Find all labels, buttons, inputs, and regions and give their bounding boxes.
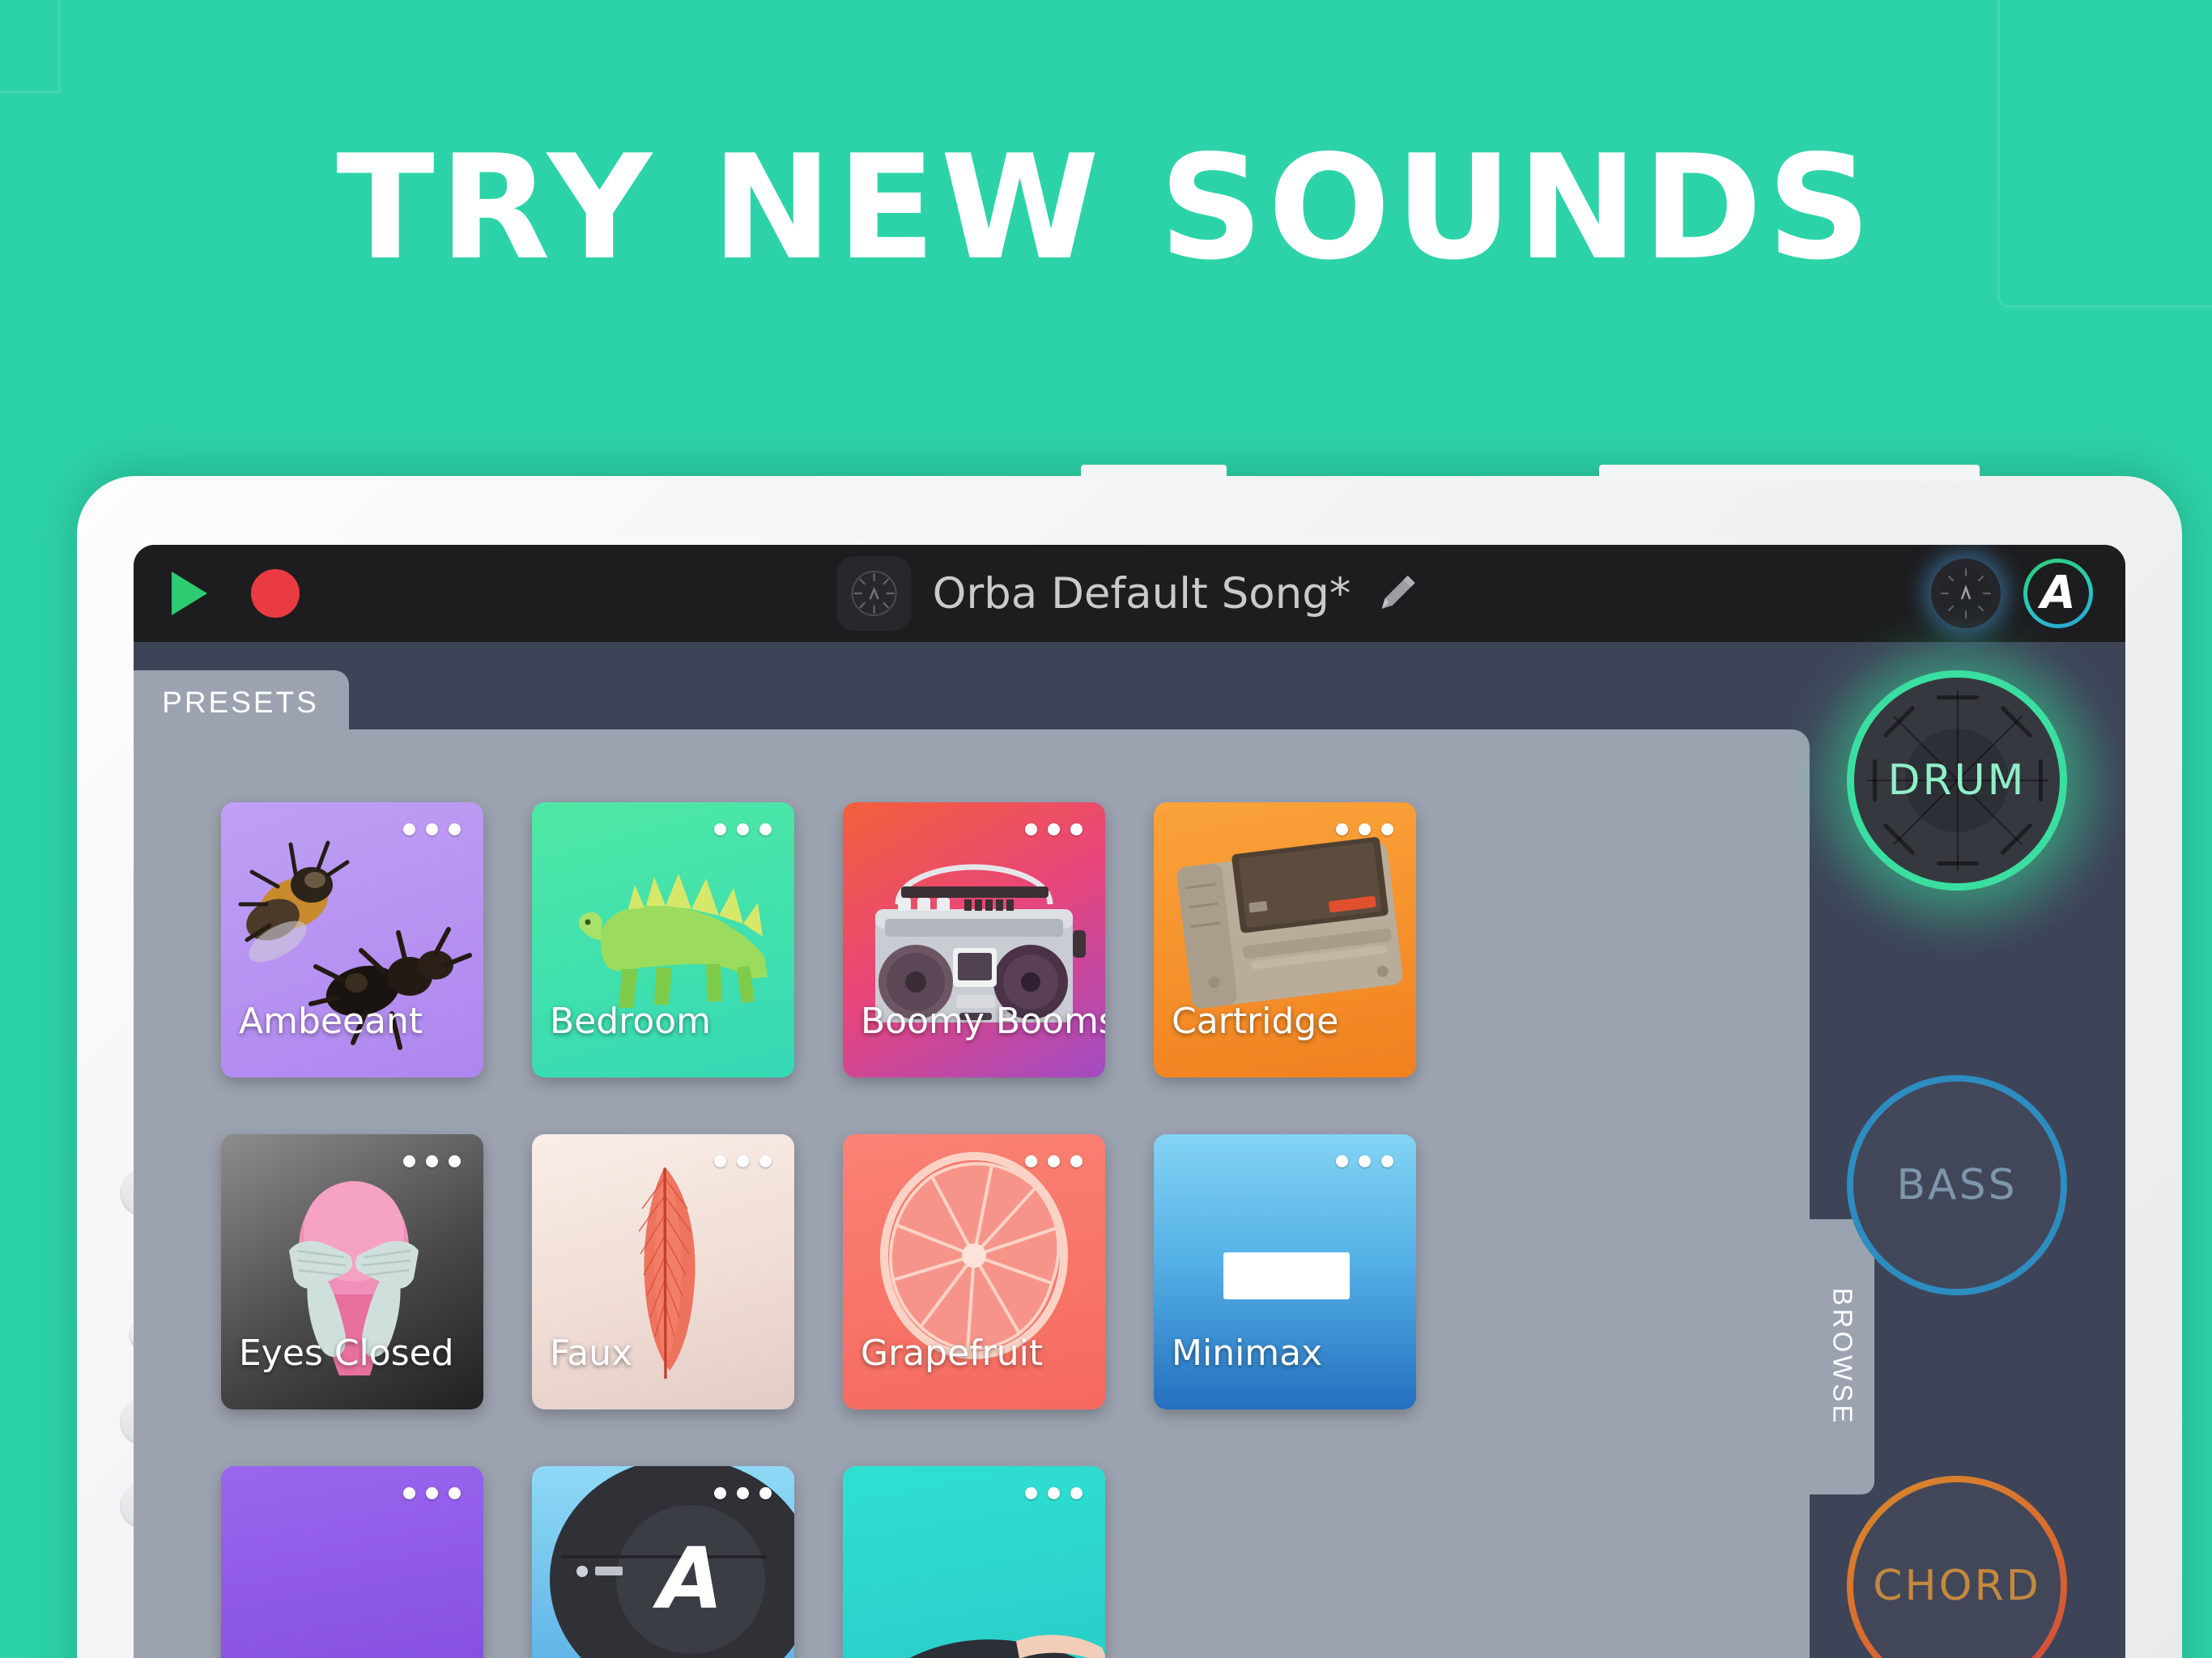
preset-card-label: Grapefruit xyxy=(861,1333,1044,1374)
preset-card-row3-2[interactable]: A xyxy=(532,1466,794,1658)
preset-card-row3-1[interactable] xyxy=(221,1466,483,1658)
preset-card-label: Eyes Closed xyxy=(239,1333,454,1374)
presets-panel: Ambeeant Bedroom Boomy Booms Cartridge E… xyxy=(134,729,1810,1658)
device-top-notch-right xyxy=(1599,465,1980,481)
preset-card-boomy-booms[interactable]: Boomy Booms xyxy=(843,802,1105,1078)
record-icon[interactable] xyxy=(251,569,300,618)
tempo-dial-icon[interactable] xyxy=(1931,559,2001,628)
page-title: TRY NEW SOUNDS xyxy=(336,124,1876,291)
app-screen: Orba Default Song* A PRESETS Ambeeant Be… xyxy=(134,545,2125,1658)
tab-browse-label: BROWSE xyxy=(1827,1287,1857,1426)
preset-card-cartridge[interactable]: Cartridge xyxy=(1154,802,1416,1078)
instrument-knob-chord-label: CHORD xyxy=(1873,1562,2041,1610)
pencil-icon[interactable] xyxy=(1372,568,1422,619)
preset-card-label: Boomy Booms xyxy=(861,1001,1105,1042)
more-options-icon[interactable] xyxy=(714,823,772,835)
more-options-icon[interactable] xyxy=(403,823,461,835)
play-icon[interactable] xyxy=(172,572,207,615)
preset-card-faux[interactable]: Faux xyxy=(532,1134,794,1409)
preset-card-grapefruit[interactable]: Grapefruit xyxy=(843,1134,1105,1409)
preset-card-eyes-closed[interactable]: Eyes Closed xyxy=(221,1134,483,1409)
transport-bar: Orba Default Song* A xyxy=(134,545,2125,642)
instrument-knob-chord[interactable]: CHORD xyxy=(1847,1476,2067,1658)
more-options-icon[interactable] xyxy=(1336,823,1393,835)
instrument-knob-bass[interactable]: BASS xyxy=(1847,1075,2067,1295)
more-options-icon[interactable] xyxy=(714,1487,772,1499)
more-options-icon[interactable] xyxy=(714,1155,772,1167)
transport-right-controls: A xyxy=(1931,559,2093,628)
more-options-icon[interactable] xyxy=(403,1487,461,1499)
preset-card-label: Cartridge xyxy=(1172,1001,1339,1042)
preset-card-row3-3[interactable] xyxy=(843,1466,1105,1658)
more-options-icon[interactable] xyxy=(403,1155,461,1167)
more-options-icon[interactable] xyxy=(1336,1155,1393,1167)
instrument-knob-drum[interactable]: DRUM xyxy=(1847,670,2067,891)
more-options-icon[interactable] xyxy=(1025,823,1083,835)
more-options-icon[interactable] xyxy=(1025,1487,1083,1499)
metronome-icon[interactable] xyxy=(836,556,912,631)
preset-card-ambeeant[interactable]: Ambeeant xyxy=(221,802,483,1078)
preset-card-minimax[interactable]: Minimax xyxy=(1154,1134,1416,1409)
tab-browse[interactable]: BROWSE xyxy=(1810,1219,1874,1494)
preset-card-bedroom[interactable]: Bedroom xyxy=(532,802,794,1078)
logo-letter: A xyxy=(2040,567,2076,619)
tab-presets-label: PRESETS xyxy=(162,686,319,719)
preset-card-label: Bedroom xyxy=(550,1001,712,1042)
svg-text:A: A xyxy=(653,1529,724,1628)
preset-grid: Ambeeant Bedroom Boomy Booms Cartridge E… xyxy=(221,802,1416,1658)
device-top-notch-left xyxy=(1081,465,1227,481)
preset-card-label: Ambeeant xyxy=(239,1001,423,1042)
song-title[interactable]: Orba Default Song* xyxy=(933,569,1351,619)
artiphon-logo-button[interactable]: A xyxy=(2023,559,2093,628)
preset-card-label: Minimax xyxy=(1172,1333,1323,1374)
background-guide-left xyxy=(0,0,61,93)
tab-presets[interactable]: PRESETS xyxy=(134,670,349,735)
more-options-icon[interactable] xyxy=(1025,1155,1083,1167)
preset-card-label: Faux xyxy=(550,1333,633,1374)
song-title-group: Orba Default Song* xyxy=(836,556,1423,631)
instrument-knob-drum-label: DRUM xyxy=(1887,756,2027,805)
instrument-knob-bass-label: BASS xyxy=(1896,1161,2018,1209)
